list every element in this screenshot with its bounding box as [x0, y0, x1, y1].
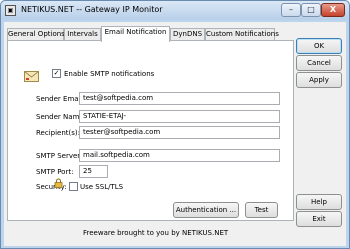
help-button[interactable]: Help [296, 194, 342, 210]
footer-credit: Freeware brought to you by NETIKUS.NET [83, 229, 229, 237]
window-title: NETIKUS.NET -- Gateway IP Monitor [21, 5, 163, 14]
title-bar[interactable]: ▣ NETIKUS.NET -- Gateway IP Monitor – □ … [1, 1, 349, 20]
sender-email-field[interactable]: test@softpedia.com [79, 92, 280, 105]
recipients-field[interactable]: tester@softpedia.com [79, 126, 280, 139]
cancel-button[interactable]: Cancel [296, 55, 342, 71]
email-notification-panel: ✓ Enable SMTP notifications Sender Email… [7, 40, 294, 221]
smtp-server-field[interactable]: mail.softpedia.com [79, 149, 280, 162]
enable-smtp-checkbox[interactable]: ✓ [52, 69, 61, 78]
envelope-icon [24, 71, 39, 82]
smtp-port-field[interactable]: 25 [79, 165, 108, 178]
apply-button[interactable]: Apply [296, 72, 342, 88]
tab-email-notification[interactable]: Email Notification [101, 26, 170, 42]
sender-email-label: Sender Email: [36, 95, 85, 103]
use-ssl-checkbox[interactable] [69, 182, 78, 191]
use-ssl-label: Use SSL/TLS [80, 183, 124, 191]
ok-button[interactable]: OK [296, 38, 342, 54]
enable-smtp-label: Enable SMTP notifications [64, 70, 155, 78]
smtp-port-label: SMTP Port: [36, 168, 74, 176]
dialog-client-area: General Options Intervals Email Notifica… [4, 22, 346, 246]
smtp-server-label: SMTP Server: [36, 152, 83, 160]
authentication-button[interactable]: Authentication ... [173, 202, 239, 218]
exit-button[interactable]: Exit [296, 211, 342, 227]
recipients-label: Recipient(s): [36, 129, 80, 137]
lock-icon [54, 178, 63, 188]
minimize-button[interactable]: – [281, 3, 301, 17]
maximize-button[interactable]: □ [301, 3, 321, 17]
app-window: ▣ NETIKUS.NET -- Gateway IP Monitor – □ … [0, 0, 350, 249]
close-button[interactable]: X [321, 3, 345, 17]
test-button[interactable]: Test [245, 202, 278, 218]
sender-name-field[interactable]: STATIE-ETAJ- [79, 110, 280, 123]
app-icon: ▣ [5, 5, 16, 16]
